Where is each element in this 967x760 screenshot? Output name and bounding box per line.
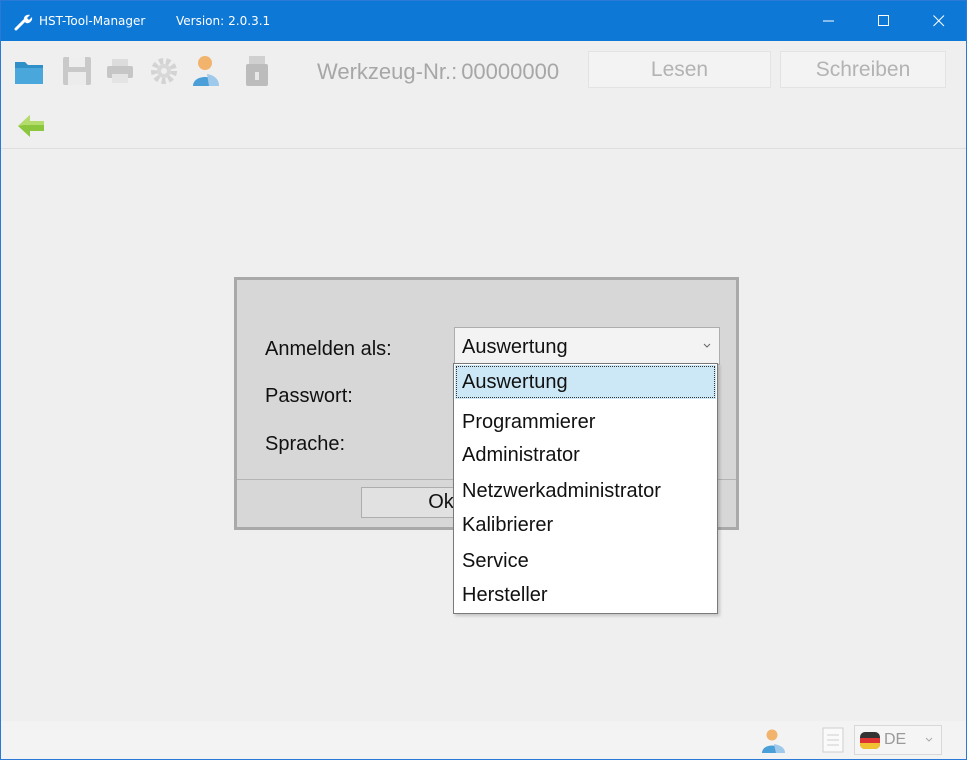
close-icon [933, 15, 945, 27]
german-flag-icon [860, 732, 880, 749]
tool-number-value: 00000000 [461, 59, 560, 84]
maximize-button[interactable] [861, 1, 907, 41]
app-window: HST-Tool-Manager Version: 2.0.3.1 Werkze… [0, 0, 967, 760]
toolbar: Werkzeug-Nr.: 00000000 Lesen Schreiben [1, 41, 966, 103]
language-label: Sprache: [265, 433, 346, 455]
notes-icon[interactable] [821, 726, 845, 754]
write-button[interactable]: Schreiben [780, 51, 946, 88]
version-label: Version: [176, 14, 225, 28]
dropdown-item-netzwerkadministrator[interactable]: Netzwerkadministrator [455, 474, 716, 508]
print-icon[interactable] [104, 54, 136, 88]
nav-bar [1, 103, 966, 149]
tool-number: Werkzeug-Nr.: 00000000 [317, 59, 559, 85]
login-as-label: Anmelden als: [265, 338, 392, 360]
chevron-down-icon [703, 343, 711, 348]
close-button[interactable] [916, 1, 962, 41]
dropdown-item-administrator[interactable]: Administrator [455, 438, 716, 472]
title-bar[interactable]: HST-Tool-Manager Version: 2.0.3.1 [1, 1, 966, 41]
window-title: HST-Tool-Manager [39, 14, 146, 28]
role-combobox[interactable]: Auswertung [454, 327, 720, 365]
save-icon[interactable] [61, 54, 93, 88]
version-number: 2.0.3.1 [228, 14, 271, 28]
dropdown-item-hersteller[interactable]: Hersteller [455, 578, 716, 612]
usb-drive-icon[interactable] [241, 54, 273, 88]
user-status-icon[interactable] [761, 728, 787, 754]
maximize-icon [878, 15, 889, 26]
dropdown-item-auswertung[interactable]: Auswertung [455, 365, 716, 399]
minimize-button[interactable] [806, 1, 852, 41]
read-button[interactable]: Lesen [588, 51, 771, 88]
wrench-icon [14, 14, 33, 31]
dropdown-item-programmierer[interactable]: Programmierer [455, 405, 716, 439]
user-login-icon[interactable] [191, 54, 223, 88]
back-arrow-icon[interactable] [14, 109, 48, 143]
role-dropdown-list: Auswertung Programmierer Administrator N… [453, 363, 718, 614]
version-info: Version: 2.0.3.1 [176, 14, 270, 28]
dropdown-item-kalibrierer[interactable]: Kalibrierer [455, 508, 716, 542]
dropdown-item-service[interactable]: Service [455, 544, 716, 578]
language-code: DE [884, 731, 907, 748]
minimize-icon [823, 20, 834, 22]
tool-number-label: Werkzeug-Nr.: [317, 59, 458, 84]
chevron-down-icon [925, 737, 933, 742]
language-select[interactable]: DE [854, 725, 942, 755]
settings-gear-icon[interactable] [148, 54, 180, 88]
status-bar: DE [1, 721, 966, 759]
password-label: Passwort: [265, 385, 353, 407]
role-combobox-value: Auswertung [462, 336, 568, 358]
folder-open-icon[interactable] [13, 54, 45, 88]
